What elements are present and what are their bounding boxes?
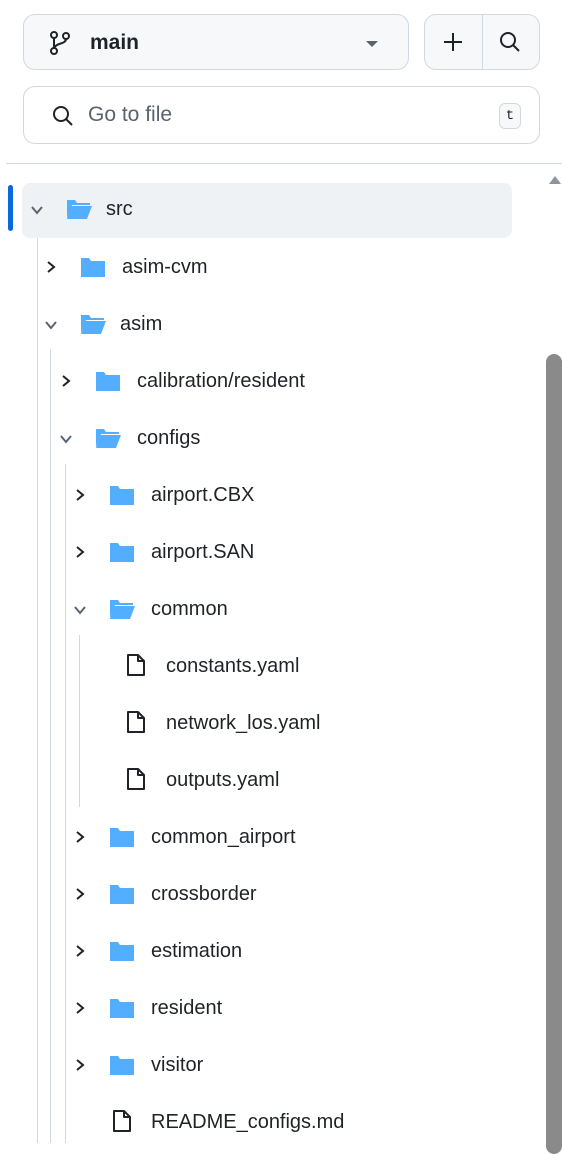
tree-item-common[interactable]: common bbox=[0, 583, 540, 635]
go-to-file-search[interactable]: t bbox=[23, 86, 540, 144]
chevron-right-icon bbox=[47, 261, 56, 273]
chevron-right-icon bbox=[76, 1002, 85, 1014]
tree-item-network-los-yaml[interactable]: network_los.yaml bbox=[0, 697, 540, 749]
tree-item-common-airport[interactable]: common_airport bbox=[0, 811, 540, 863]
folder-icon bbox=[110, 999, 134, 1018]
tree-item-label: asim-cvm bbox=[122, 256, 208, 278]
folder-icon bbox=[96, 372, 120, 391]
tree-item-resident[interactable]: resident bbox=[0, 982, 540, 1034]
file-icon bbox=[127, 768, 145, 790]
scroll-up-arrow-icon[interactable] bbox=[549, 176, 561, 184]
tree-item-src[interactable]: src bbox=[0, 182, 540, 238]
search-icon bbox=[500, 32, 520, 52]
file-actions-group bbox=[424, 14, 540, 70]
folder-open-icon bbox=[81, 315, 106, 334]
tree-item-label: resident bbox=[151, 997, 223, 1019]
tree-item-label: configs bbox=[137, 427, 201, 449]
tree-item-label: airport.SAN bbox=[151, 541, 255, 563]
file-tree: src asim-cvm asim calibration/resident c… bbox=[0, 164, 562, 1143]
tree-item-label: estimation bbox=[151, 940, 243, 962]
folder-icon bbox=[110, 942, 134, 961]
folder-open-icon bbox=[110, 600, 135, 619]
tree-item-label: visitor bbox=[151, 1054, 204, 1076]
tree-item-airport-san[interactable]: airport.SAN bbox=[0, 526, 540, 578]
keyboard-shortcut-hint: t bbox=[499, 103, 521, 129]
chevron-right-icon bbox=[76, 1059, 85, 1071]
tree-item-label: network_los.yaml bbox=[166, 712, 321, 734]
folder-icon bbox=[110, 828, 134, 847]
plus-icon bbox=[444, 33, 462, 51]
branch-name: main bbox=[90, 31, 140, 54]
tree-item-label: common bbox=[151, 598, 228, 620]
chevron-down-icon bbox=[60, 435, 72, 444]
scrollbar-thumb[interactable] bbox=[546, 354, 562, 1154]
tree-item-label: crossborder bbox=[151, 883, 257, 905]
tree-item-visitor[interactable]: visitor bbox=[0, 1039, 540, 1091]
branch-selector[interactable]: main bbox=[23, 14, 409, 70]
tree-item-label: calibration/resident bbox=[137, 370, 305, 392]
file-icon bbox=[113, 1110, 131, 1132]
chevron-right-icon bbox=[76, 546, 85, 558]
chevron-right-icon bbox=[76, 831, 85, 843]
search-icon bbox=[53, 106, 73, 126]
folder-open-icon bbox=[96, 429, 121, 448]
folder-icon bbox=[110, 885, 134, 904]
tree-item-readme-configs-md[interactable]: README_configs.md bbox=[0, 1096, 540, 1143]
chevron-down-icon bbox=[31, 206, 43, 215]
folder-icon bbox=[110, 1056, 134, 1075]
git-branch-icon bbox=[50, 31, 70, 55]
chevron-right-icon bbox=[62, 375, 71, 387]
search-code-button[interactable] bbox=[483, 15, 539, 69]
chevron-right-icon bbox=[76, 945, 85, 957]
tree-item-airport-cbx[interactable]: airport.CBX bbox=[0, 469, 540, 521]
tree-item-label: constants.yaml bbox=[166, 655, 300, 677]
file-icon bbox=[127, 711, 145, 733]
tree-item-configs[interactable]: configs bbox=[0, 412, 540, 464]
go-to-file-input[interactable] bbox=[88, 99, 468, 131]
tree-item-outputs-yaml[interactable]: outputs.yaml bbox=[0, 754, 540, 806]
folder-icon bbox=[110, 543, 134, 562]
tree-item-label: asim bbox=[120, 313, 163, 335]
folder-icon bbox=[110, 486, 134, 505]
tree-item-label: airport.CBX bbox=[151, 484, 255, 506]
tree-item-crossborder[interactable]: crossborder bbox=[0, 868, 540, 920]
chevron-right-icon bbox=[76, 489, 85, 501]
tree-item-asim-cvm[interactable]: asim-cvm bbox=[0, 241, 540, 293]
tree-item-asim[interactable]: asim bbox=[0, 298, 540, 350]
folder-icon bbox=[81, 258, 105, 277]
add-file-button[interactable] bbox=[425, 15, 483, 69]
file-icon bbox=[127, 654, 145, 676]
tree-item-label: src bbox=[106, 198, 133, 220]
chevron-down-icon bbox=[74, 606, 86, 615]
chevron-right-icon bbox=[76, 888, 85, 900]
tree-item-label: common_airport bbox=[151, 826, 296, 848]
chevron-down-icon bbox=[366, 41, 378, 47]
chevron-down-icon bbox=[45, 321, 57, 330]
folder-open-icon bbox=[67, 200, 92, 219]
tree-item-label: README_configs.md bbox=[151, 1111, 345, 1133]
tree-item-constants-yaml[interactable]: constants.yaml bbox=[0, 640, 540, 692]
tree-item-estimation[interactable]: estimation bbox=[0, 925, 540, 977]
tree-item-label: outputs.yaml bbox=[166, 769, 280, 791]
tree-item-calibration-resident[interactable]: calibration/resident bbox=[0, 355, 540, 407]
